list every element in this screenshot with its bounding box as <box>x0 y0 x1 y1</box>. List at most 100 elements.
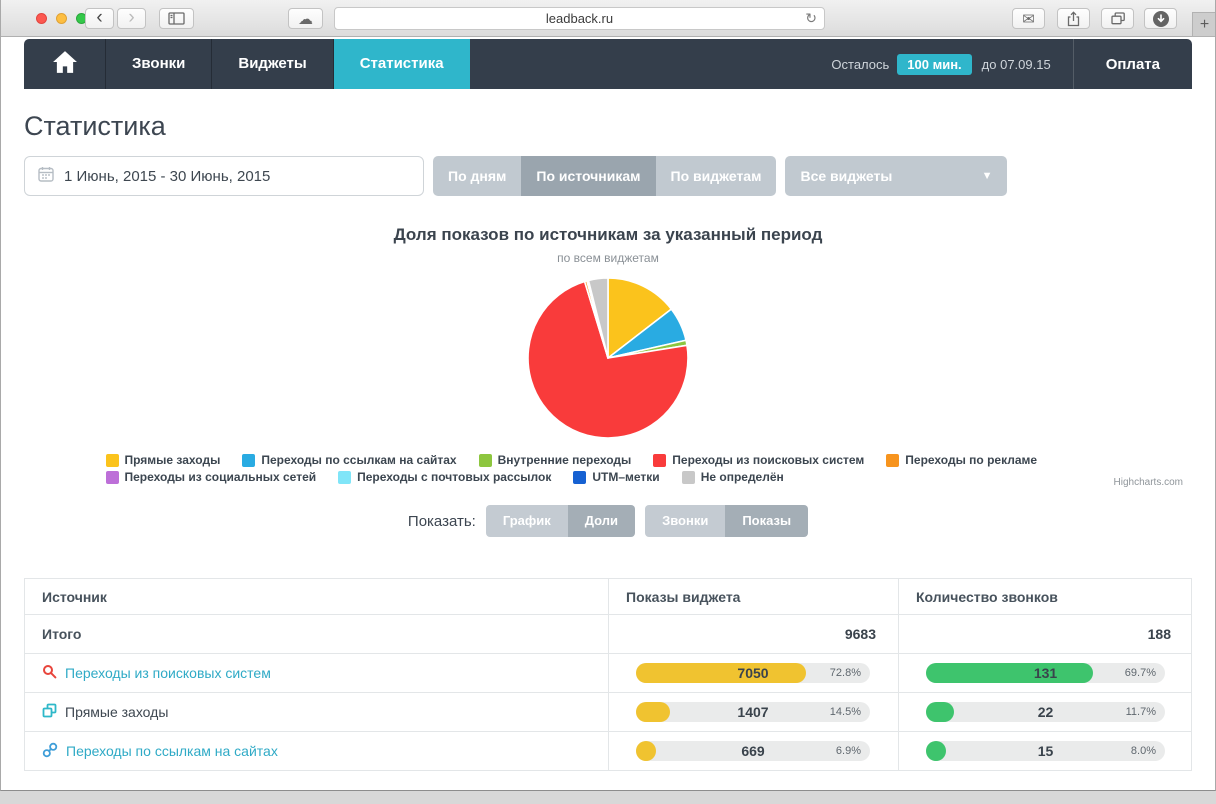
toggle-option[interactable]: Звонки <box>645 505 725 537</box>
table-row: Переходы по ссылкам на сайтах 669 6.9% 1… <box>25 731 1191 770</box>
calls-value: 15 <box>926 741 1165 761</box>
toggle-group: ГрафикДоли <box>486 505 635 537</box>
legend-item[interactable]: Прямые заходы <box>106 453 221 467</box>
desktop: ‹ › ☁ leadback.ru ↻ ✉ + <box>0 0 1216 804</box>
tabs-icon <box>1111 12 1125 25</box>
legend-item[interactable]: Переходы по рекламе <box>886 453 1037 467</box>
legend-item[interactable]: Переходы по ссылкам на сайтах <box>242 453 456 467</box>
legend-label: Переходы по ссылкам на сайтах <box>261 453 456 467</box>
legend-item[interactable]: Переходы из социальных сетей <box>106 470 317 484</box>
view-tab[interactable]: По источникам <box>521 156 655 196</box>
table-total-row: Итого 9683 188 <box>25 614 1191 653</box>
legend-swatch-icon <box>479 454 492 467</box>
calendar-icon <box>38 166 54 186</box>
toggle-group: ЗвонкиПоказы <box>645 505 808 537</box>
pie-chart <box>524 274 692 442</box>
source-name: Прямые заходы <box>65 704 168 720</box>
address-bar[interactable]: leadback.ru ↻ <box>334 7 825 30</box>
widget-select[interactable]: Все виджеты ▼ <box>785 156 1007 196</box>
browser-window: ‹ › ☁ leadback.ru ↻ ✉ + <box>0 0 1216 791</box>
legend-swatch-icon <box>682 471 695 484</box>
show-label: Показать: <box>408 513 476 530</box>
nav-item[interactable]: Звонки <box>106 39 212 89</box>
remaining-minutes-badge: 100 мин. <box>897 54 971 75</box>
legend-swatch-icon <box>338 471 351 484</box>
date-range-picker[interactable]: 1 Июнь, 2015 - 30 Июнь, 2015 <box>24 156 424 196</box>
legend-label: Переходы с почтовых рассылок <box>357 470 551 484</box>
back-icon: ‹ <box>96 8 102 27</box>
col-header-calls: Количество звонков <box>898 579 1193 614</box>
new-tab-button[interactable]: + <box>1192 12 1216 37</box>
legend-item[interactable]: UTM–метки <box>573 470 659 484</box>
minimize-window-button[interactable] <box>56 13 67 24</box>
total-calls: 188 <box>898 615 1193 653</box>
downloads-button[interactable] <box>1144 8 1177 29</box>
legend-label: Не определён <box>701 470 784 484</box>
forward-button[interactable]: › <box>117 8 146 29</box>
sidebar-icon <box>168 12 185 25</box>
back-button[interactable]: ‹ <box>85 8 114 29</box>
mail-button[interactable]: ✉ <box>1012 8 1045 29</box>
legend-item[interactable]: Внутренние переходы <box>479 453 632 467</box>
source-cell[interactable]: Переходы из поисковых систем <box>25 654 608 692</box>
toggle-option[interactable]: Показы <box>725 505 808 537</box>
show-all-tabs-button[interactable] <box>1101 8 1134 29</box>
share-icon <box>1067 11 1080 27</box>
home-button[interactable] <box>24 39 106 89</box>
date-range-value: 1 Июнь, 2015 - 30 Июнь, 2015 <box>64 168 270 185</box>
col-header-shows: Показы виджета <box>608 579 898 614</box>
source-cell[interactable]: Переходы по ссылкам на сайтах <box>25 732 608 770</box>
legend-label: Переходы из поисковых систем <box>672 453 864 467</box>
table-row: Переходы из поисковых систем 7050 72.8% … <box>25 653 1191 692</box>
shows-bar: 669 6.9% <box>636 741 870 761</box>
filters-row: 1 Июнь, 2015 - 30 Июнь, 2015 По днямПо и… <box>24 156 1192 196</box>
calls-percent: 69.7% <box>1125 663 1156 683</box>
legend-item[interactable]: Переходы из поисковых систем <box>653 453 864 467</box>
toggle-option[interactable]: Доли <box>568 505 635 537</box>
plus-icon: + <box>1200 16 1209 34</box>
nav-item[interactable]: Статистика <box>334 39 470 89</box>
legend-label: Переходы из социальных сетей <box>125 470 317 484</box>
shows-bar: 1407 14.5% <box>636 702 870 722</box>
legend-swatch-icon <box>573 471 586 484</box>
view-tabs: По днямПо источникамПо виджетам <box>433 156 776 196</box>
nav-item[interactable]: Виджеты <box>212 39 333 89</box>
mail-icon: ✉ <box>1022 10 1035 28</box>
view-tab[interactable]: По дням <box>433 156 521 196</box>
total-label: Итого <box>25 615 608 653</box>
show-groups: ГрафикДоли ЗвонкиПоказы <box>486 505 808 537</box>
sidebar-button[interactable] <box>159 8 194 29</box>
cloud-icon: ☁ <box>298 10 313 28</box>
source-name[interactable]: Переходы из поисковых систем <box>65 665 271 681</box>
icloud-tabs-button[interactable]: ☁ <box>288 8 323 29</box>
toggle-option[interactable]: График <box>486 505 568 537</box>
legend-swatch-icon <box>653 454 666 467</box>
shows-value: 669 <box>636 741 870 761</box>
balance-info: Осталось 100 мин. до 07.09.15 Оплата <box>831 39 1192 89</box>
calls-bar-cell: 15 8.0% <box>898 732 1193 770</box>
display-controls: Показать: ГрафикДоли ЗвонкиПоказы <box>24 505 1192 537</box>
legend-item[interactable]: Не определён <box>682 470 784 484</box>
view-tab[interactable]: По виджетам <box>656 156 777 196</box>
chevron-down-icon: ▼ <box>982 170 993 182</box>
payment-button[interactable]: Оплата <box>1073 39 1192 89</box>
calls-bar: 15 8.0% <box>926 741 1165 761</box>
remaining-label: Осталось <box>831 57 889 72</box>
legend-swatch-icon <box>106 471 119 484</box>
link-icon <box>42 742 58 761</box>
page-title: Статистика <box>24 110 1192 143</box>
source-name[interactable]: Переходы по ссылкам на сайтах <box>66 743 278 759</box>
source-cell: Прямые заходы <box>25 693 608 731</box>
close-window-button[interactable] <box>36 13 47 24</box>
highcharts-watermark: Highcharts.com <box>1114 477 1183 488</box>
reload-icon[interactable]: ↻ <box>805 10 817 27</box>
legend-swatch-icon <box>886 454 899 467</box>
until-date: до 07.09.15 <box>982 57 1051 72</box>
table-row: Прямые заходы 1407 14.5% 22 11.7% <box>25 692 1191 731</box>
pie-chart-section: Доля показов по источникам за указанный … <box>24 225 1192 484</box>
legend-item[interactable]: Переходы с почтовых рассылок <box>338 470 551 484</box>
calls-bar: 131 69.7% <box>926 663 1165 683</box>
home-icon <box>52 50 78 79</box>
share-button[interactable] <box>1057 8 1090 29</box>
url-text: leadback.ru <box>546 11 613 26</box>
